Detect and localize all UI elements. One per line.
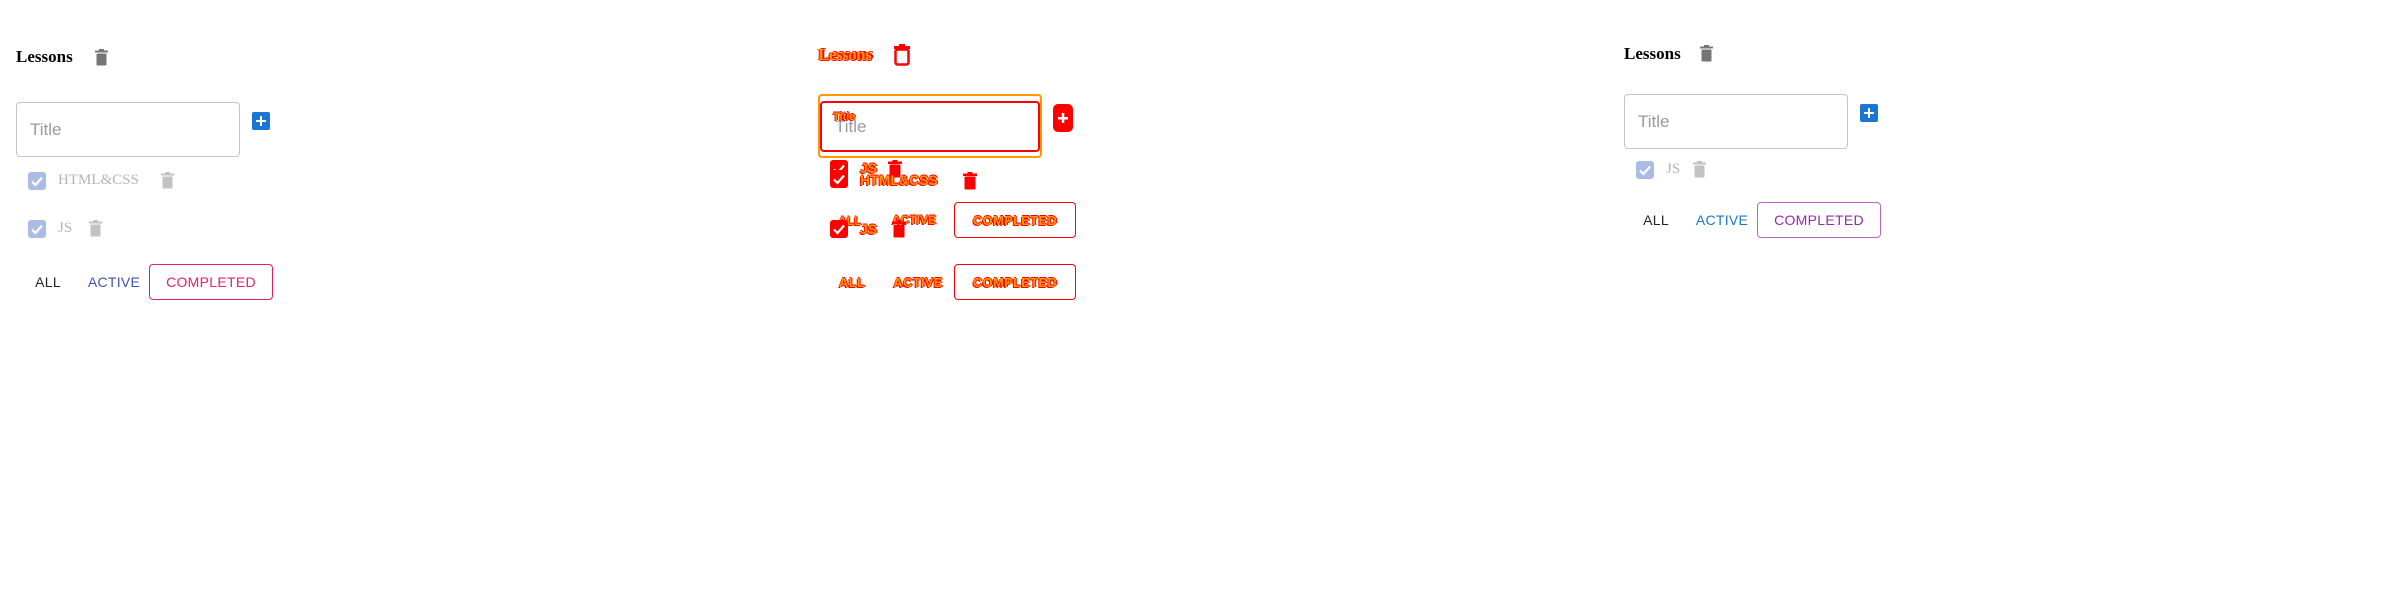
delete-list-button[interactable]	[95, 49, 108, 71]
filter-all-button[interactable]: ALL	[830, 264, 874, 300]
checkbox-checked-icon[interactable]	[830, 220, 848, 238]
item-label: HTML&CSS	[58, 172, 139, 188]
filter-active-button[interactable]: ACTIVE	[80, 264, 148, 300]
title-input[interactable]	[820, 101, 1040, 152]
input-placeholder-ghost: Title	[833, 111, 856, 123]
delete-list-button[interactable]	[893, 44, 911, 71]
filter-active-button[interactable]: ACTIVE	[884, 264, 952, 300]
trash-icon	[95, 49, 108, 66]
item-label: JS	[58, 220, 73, 236]
page-title: Lessons	[818, 45, 872, 64]
filter-completed-button[interactable]: COMPLETED	[1757, 202, 1881, 238]
trash-icon[interactable]	[89, 220, 102, 237]
filter-completed-button[interactable]: COMPLETED	[149, 264, 273, 300]
trash-icon	[894, 44, 910, 66]
add-button[interactable]	[252, 112, 270, 135]
trash-icon[interactable]	[161, 172, 174, 189]
filter-active-button[interactable]: ACTIVE	[1688, 202, 1756, 238]
delete-list-button[interactable]	[1700, 45, 1713, 67]
trash-icon[interactable]	[963, 172, 977, 190]
checkbox-checked-icon[interactable]	[28, 172, 46, 190]
filter-completed-ghost[interactable]: COMPLETED	[954, 202, 1076, 238]
trash-icon[interactable]	[892, 220, 906, 238]
checkbox-checked-icon[interactable]	[830, 170, 848, 188]
trash-icon[interactable]	[1693, 161, 1706, 178]
plus-icon	[1053, 104, 1073, 132]
page-title: Lessons	[16, 47, 73, 66]
trash-icon	[1700, 45, 1713, 62]
filter-all-button[interactable]: ALL	[26, 264, 70, 300]
checkbox-checked-icon[interactable]	[1636, 161, 1654, 179]
filter-all-button[interactable]: ALL	[1634, 202, 1678, 238]
plus-icon	[1860, 104, 1878, 122]
plus-icon	[252, 112, 270, 130]
checkbox-checked-icon[interactable]	[28, 220, 46, 238]
item-label: JS	[860, 221, 878, 237]
filter-completed-button[interactable]: COMPLETED	[954, 264, 1076, 300]
item-label: HTML&CSS	[860, 172, 938, 188]
add-button[interactable]	[1860, 104, 1878, 127]
item-label: JS	[1666, 161, 1681, 177]
page-title: Lessons	[1624, 44, 1681, 63]
title-input[interactable]	[16, 102, 240, 157]
add-button[interactable]	[1053, 104, 1073, 137]
title-input[interactable]	[1624, 94, 1848, 149]
